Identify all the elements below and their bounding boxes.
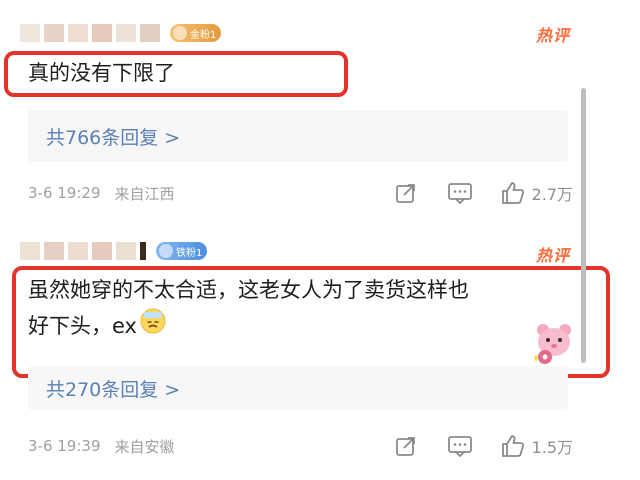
username-blurred[interactable] xyxy=(20,242,150,260)
like-count: 1.5万 xyxy=(531,438,573,457)
username-row: 铁粉1 xyxy=(20,240,208,262)
like-count: 2.7万 xyxy=(531,185,573,204)
replies-count-label: 共270条回复 > xyxy=(46,378,181,401)
comment-card: 铁粉1 热评 虽然她穿的不太合适，这老女人为了卖货这样也 好下头，ex 共270… xyxy=(0,230,640,480)
share-icon[interactable] xyxy=(392,180,420,206)
view-replies-link[interactable]: 共270条回复 > xyxy=(28,366,568,410)
like-button[interactable]: 2.7万 xyxy=(500,180,573,206)
view-replies-link[interactable]: 共766条回复 > xyxy=(28,110,568,162)
comment-time: 3-6 19:39 xyxy=(28,437,101,455)
username-blurred[interactable] xyxy=(20,24,164,42)
scrollbar[interactable] xyxy=(581,88,586,363)
hot-comment-tag: 热评 xyxy=(535,246,570,265)
fan-badge-icon xyxy=(159,244,173,258)
pink-bear-sticker xyxy=(530,318,578,366)
thumbs-up-icon xyxy=(501,435,524,457)
fan-badge-icon xyxy=(173,26,187,40)
hot-comment-tag: 热评 xyxy=(535,26,570,45)
comment-meta-row: 3-6 19:29 来自江西 2.7万 xyxy=(28,178,573,208)
comment-location: 来自安徽 xyxy=(114,437,175,456)
comment-text-tail: 好下头，ex xyxy=(28,314,137,338)
username-row: 金粉1 xyxy=(20,22,222,44)
comment-location: 来自江西 xyxy=(114,184,175,203)
comment-text: 真的没有下限了 xyxy=(28,61,175,85)
fan-badge-label: 金粉1 xyxy=(190,29,217,41)
share-icon[interactable] xyxy=(392,433,420,459)
fan-level-badge: 铁粉1 xyxy=(156,242,208,260)
replies-count-label: 共766条回复 > xyxy=(46,126,181,149)
comment-text-line: 虽然她穿的不太合适，这老女人为了卖货这样也 xyxy=(28,278,469,302)
comment-meta-row: 3-6 19:39 来自安徽 1.5万 xyxy=(28,431,573,461)
fan-badge-label: 铁粉1 xyxy=(176,247,203,259)
comment-text-line: 好下头，ex xyxy=(28,307,469,345)
comment-text: 虽然她穿的不太合适，这老女人为了卖货这样也 好下头，ex xyxy=(28,273,469,345)
like-button[interactable]: 1.5万 xyxy=(500,433,573,459)
fan-level-badge: 金粉1 xyxy=(170,24,222,42)
comment-icon[interactable] xyxy=(446,180,474,206)
comment-card: 金粉1 热评 真的没有下限了 共766条回复 > 3-6 19:29 来自江西 … xyxy=(0,0,640,230)
sick-face-emoji xyxy=(139,307,167,345)
comment-time: 3-6 19:29 xyxy=(28,184,101,202)
thumbs-up-icon xyxy=(501,182,524,204)
comment-icon[interactable] xyxy=(446,433,474,459)
